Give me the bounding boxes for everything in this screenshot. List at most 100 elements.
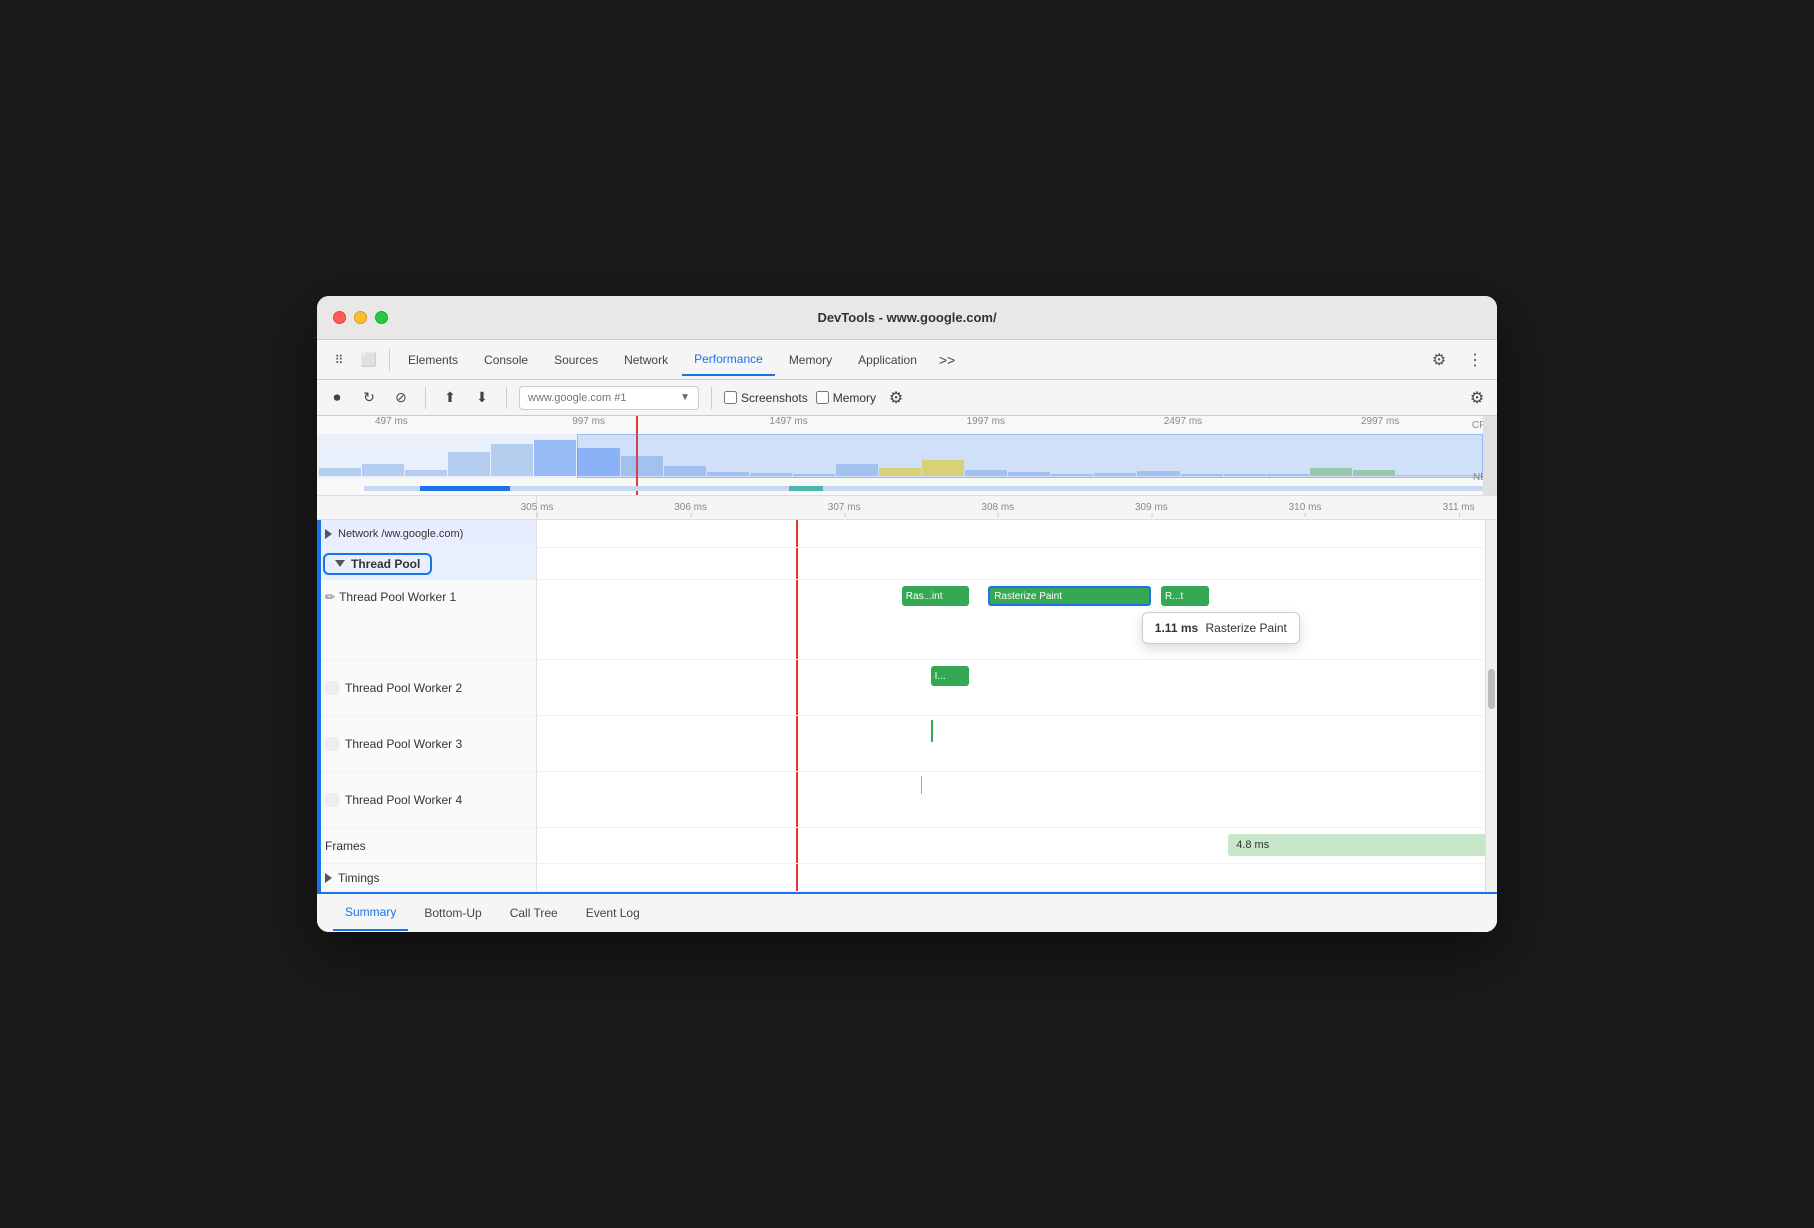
traffic-lights xyxy=(333,311,388,324)
worker1-label[interactable]: ✏ Thread Pool Worker 1 xyxy=(317,580,537,659)
nav-divider xyxy=(389,349,390,371)
tab-memory[interactable]: Memory xyxy=(777,344,844,376)
tab-call-tree[interactable]: Call Tree xyxy=(498,895,570,931)
record-button[interactable]: ⏺ xyxy=(325,386,349,410)
network-track-content[interactable] xyxy=(537,520,1497,547)
frames-label[interactable]: Frames xyxy=(317,828,537,863)
event-worker3-thin[interactable] xyxy=(931,720,933,742)
event-rasterize-paint[interactable]: Rasterize Paint xyxy=(988,586,1151,606)
event-r-t[interactable]: R...t xyxy=(1161,586,1209,606)
url-selector[interactable]: ▼ xyxy=(519,386,699,410)
red-line-timings xyxy=(796,864,798,891)
more-tabs-button[interactable]: >> xyxy=(931,352,963,368)
frames-content[interactable]: 4.8 ms xyxy=(537,828,1497,863)
worker2-label[interactable]: Thread Pool Worker 2 xyxy=(317,660,537,715)
ruler-mark-305: 305 ms xyxy=(521,502,554,513)
settings-icon[interactable]: ⚙ xyxy=(1425,346,1453,374)
ruler-left xyxy=(317,496,537,519)
timings-collapse-icon xyxy=(325,873,332,883)
network-track-label[interactable]: Network /ww.google.com) xyxy=(317,520,537,547)
menu-icon[interactable]: ⋮ xyxy=(1461,346,1489,374)
capture-settings-icon[interactable]: ⚙ xyxy=(884,386,908,410)
time-mark-2: 1497 ms xyxy=(769,416,807,427)
timeline-detail: 305 ms 306 ms 307 ms 308 ms 309 ms 310 m… xyxy=(317,496,1497,932)
screenshots-label: Screenshots xyxy=(741,391,808,405)
perf-toolbar: ⏺ ↻ ⊘ ⬆ ⬇ ▼ Screenshots Memory ⚙ ⚙ xyxy=(317,380,1497,416)
perf-divider2 xyxy=(506,387,507,409)
tab-performance[interactable]: Performance xyxy=(682,344,775,376)
thread-pool-label[interactable]: Thread Pool xyxy=(317,548,537,579)
event-worker2-i[interactable]: I... xyxy=(931,666,969,686)
dropdown-icon: ▼ xyxy=(680,392,690,403)
nav-right-actions: ⚙ ⋮ xyxy=(1425,346,1489,374)
ruler-marks: 305 ms 306 ms 307 ms 308 ms 309 ms 310 m… xyxy=(537,496,1497,519)
worker1-content[interactable]: Ras...int Rasterize Paint R...t 1.11 ms … xyxy=(537,580,1497,659)
network-collapse-icon xyxy=(325,529,332,539)
scrollbar-thumb[interactable] xyxy=(1488,669,1495,709)
minimize-button[interactable] xyxy=(354,311,367,324)
worker3-row: Thread Pool Worker 3 xyxy=(317,716,1497,772)
timings-label[interactable]: Timings xyxy=(317,864,537,891)
frames-label-text: Frames xyxy=(325,839,366,853)
worker2-content[interactable]: I... xyxy=(537,660,1497,715)
worker3-content[interactable] xyxy=(537,716,1497,771)
ruler-mark-306: 306 ms xyxy=(674,502,707,513)
overview-scrollbar[interactable] xyxy=(1483,416,1497,495)
ruler-mark-307: 307 ms xyxy=(828,502,861,513)
worker3-label-text: Thread Pool Worker 3 xyxy=(345,737,462,751)
clear-button[interactable]: ⊘ xyxy=(389,386,413,410)
left-accent-bar xyxy=(317,520,321,892)
worker3-label[interactable]: Thread Pool Worker 3 xyxy=(317,716,537,771)
memory-checkbox[interactable] xyxy=(816,391,829,404)
tab-application[interactable]: Application xyxy=(846,344,929,376)
tab-elements[interactable]: Elements xyxy=(396,344,470,376)
devtools-icon[interactable]: ⠿ xyxy=(325,346,353,374)
memory-label: Memory xyxy=(833,391,876,405)
worker4-content[interactable] xyxy=(537,772,1497,827)
memory-checkbox-label[interactable]: Memory xyxy=(816,391,876,405)
download-button[interactable]: ⬇ xyxy=(470,386,494,410)
net-overview-bar xyxy=(364,486,1483,491)
close-button[interactable] xyxy=(333,311,346,324)
pencil-icon-w1: ✏ xyxy=(325,590,335,604)
tab-network[interactable]: Network xyxy=(612,344,680,376)
tab-sources[interactable]: Sources xyxy=(542,344,610,376)
tab-summary[interactable]: Summary xyxy=(333,895,408,931)
ruler-mark-308: 308 ms xyxy=(981,502,1014,513)
vertical-scrollbar[interactable] xyxy=(1485,520,1497,892)
timeline-overview[interactable]: 497 ms 997 ms 1497 ms 1997 ms 2497 ms 29… xyxy=(317,416,1497,496)
maximize-button[interactable] xyxy=(375,311,388,324)
screenshots-checkbox[interactable] xyxy=(724,391,737,404)
time-mark-4: 2497 ms xyxy=(1164,416,1202,427)
worker2-label-text: Thread Pool Worker 2 xyxy=(345,681,462,695)
time-mark-3: 1997 ms xyxy=(967,416,1005,427)
event-worker4-thin[interactable] xyxy=(921,776,922,794)
url-input[interactable] xyxy=(528,392,676,404)
time-ruler: 305 ms 306 ms 307 ms 308 ms 309 ms 310 m… xyxy=(317,496,1497,520)
thread-pool-header-row: Thread Pool xyxy=(317,548,1497,580)
worker4-label[interactable]: Thread Pool Worker 4 xyxy=(317,772,537,827)
event-rasterize-paint-label: Rasterize Paint xyxy=(994,591,1062,602)
window-title: DevTools - www.google.com/ xyxy=(817,310,996,325)
worker2-icon xyxy=(325,681,339,695)
cpu-bars xyxy=(317,434,1483,478)
rasterize-paint-tooltip: 1.11 ms Rasterize Paint xyxy=(1142,612,1300,644)
time-mark-5: 2997 ms xyxy=(1361,416,1399,427)
screenshots-checkbox-label[interactable]: Screenshots xyxy=(724,391,808,405)
tab-bottom-up[interactable]: Bottom-Up xyxy=(412,895,493,931)
event-ras-int[interactable]: Ras...int xyxy=(902,586,969,606)
device-toolbar-icon[interactable]: ⬜ xyxy=(355,346,383,374)
perf-settings-icon[interactable]: ⚙ xyxy=(1465,386,1489,410)
titlebar: DevTools - www.google.com/ xyxy=(317,296,1497,340)
tab-event-log[interactable]: Event Log xyxy=(574,895,652,931)
devtools-window: DevTools - www.google.com/ ⠿ ⬜ Elements … xyxy=(317,296,1497,932)
worker2-row: Thread Pool Worker 2 I... xyxy=(317,660,1497,716)
perf-divider xyxy=(425,387,426,409)
reload-button[interactable]: ↻ xyxy=(357,386,381,410)
event-worker2-i-label: I... xyxy=(935,671,946,682)
ruler-mark-311: 311 ms xyxy=(1443,502,1475,513)
thread-pool-header-content[interactable] xyxy=(537,548,1497,579)
upload-button[interactable]: ⬆ xyxy=(438,386,462,410)
timings-content[interactable] xyxy=(537,864,1497,891)
tab-console[interactable]: Console xyxy=(472,344,540,376)
